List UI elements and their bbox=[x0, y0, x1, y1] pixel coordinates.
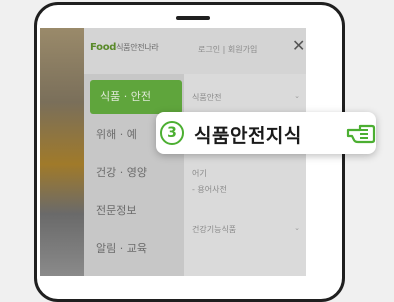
primary-menu: 식품 · 안전 위해 · 예 건강 · 영양 전문정보 알림 · 교육 bbox=[84, 74, 184, 276]
chevron-down-icon: ⌄ bbox=[294, 92, 300, 100]
menu-item-notice-education[interactable]: 알림 · 교육 bbox=[84, 232, 184, 266]
submenu-item-health-functional-food-label: 건강기능식품 bbox=[192, 225, 237, 234]
pointing-hand-icon bbox=[346, 124, 376, 144]
submenu-item-food-safety[interactable]: 식품안전 bbox=[192, 92, 221, 103]
highlight-callout[interactable]: 3 식품안전지식 bbox=[156, 112, 376, 154]
menu-item-food-safety[interactable]: 식품 · 안전 bbox=[90, 80, 182, 114]
logo-rest: 식품안전나라 bbox=[116, 43, 159, 52]
login-signup-links[interactable]: 로그인 | 회원가입 bbox=[198, 44, 257, 55]
submenu-item-health-functional-food[interactable]: 건강기능식품 bbox=[192, 224, 236, 235]
menu-item-expert-info[interactable]: 전문정보 bbox=[84, 194, 184, 228]
step-number-badge: 3 bbox=[160, 121, 184, 145]
menu-item-health-nutrition[interactable]: 건강 · 영양 bbox=[84, 156, 184, 190]
submenu-item-more[interactable]: 어기 bbox=[192, 168, 207, 179]
submenu-item-food-safety-label: 식품안전 bbox=[192, 93, 222, 102]
background-image bbox=[40, 28, 84, 276]
site-logo[interactable]: Food식품안전나라 bbox=[90, 42, 159, 53]
logo-main: Food bbox=[90, 42, 117, 53]
submenu-item-glossary[interactable]: - 용어사전 bbox=[192, 184, 227, 195]
callout-label: 식품안전지식 bbox=[194, 125, 302, 147]
submenu-pane: 식품안전 ⌄ 어기 - 용어사전 건강기능식품 ⌄ bbox=[184, 74, 306, 276]
chevron-down-icon: ⌄ bbox=[294, 224, 300, 232]
phone-speaker bbox=[176, 16, 210, 20]
drawer-header: Food식품안전나라 로그인 | 회원가입 ✕ bbox=[84, 28, 306, 74]
close-icon[interactable]: ✕ bbox=[292, 38, 305, 54]
